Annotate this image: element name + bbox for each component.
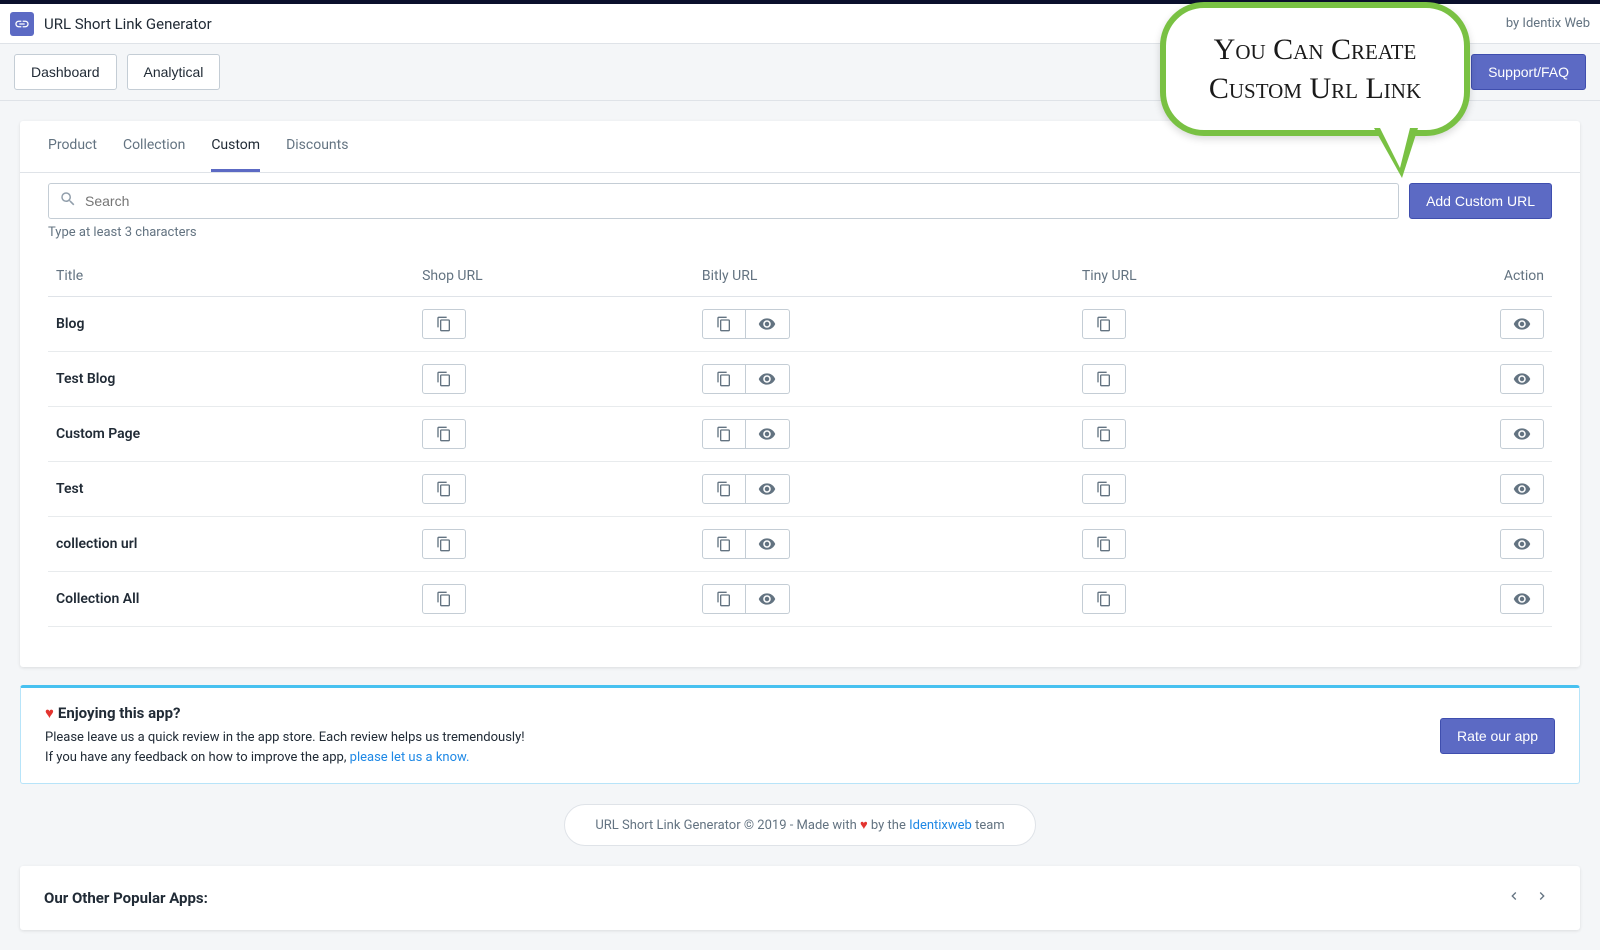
table-row: Test xyxy=(48,462,1552,517)
view-action-button[interactable] xyxy=(1500,309,1544,339)
view-action-button[interactable] xyxy=(1500,584,1544,614)
dashboard-button[interactable]: Dashboard xyxy=(14,54,117,90)
review-banner: ♥Enjoying this app? Please leave us a qu… xyxy=(20,685,1580,784)
main-card: Product Collection Custom Discounts Type at… xyxy=(20,121,1580,667)
copy-bitly-url-button[interactable] xyxy=(702,419,746,449)
rate-app-button[interactable]: Rate our app xyxy=(1440,718,1555,754)
view-bitly-url-button[interactable] xyxy=(746,364,790,394)
copy-bitly-url-button[interactable] xyxy=(702,474,746,504)
table-row: Blog xyxy=(48,297,1552,352)
view-bitly-url-button[interactable] xyxy=(746,474,790,504)
copy-bitly-url-button[interactable] xyxy=(702,364,746,394)
column-header: Title xyxy=(48,256,414,297)
column-header: Action xyxy=(1333,256,1552,297)
row-title: Blog xyxy=(48,297,414,352)
view-action-button[interactable] xyxy=(1500,529,1544,559)
url-table: TitleShop URLBitly URLTiny URLAction Blo… xyxy=(48,256,1552,627)
row-title: Custom Page xyxy=(48,407,414,462)
review-line2: If you have any feedback on how to impro… xyxy=(45,748,1440,768)
other-apps-title: Our Other Popular Apps: xyxy=(44,889,1500,907)
view-bitly-url-button[interactable] xyxy=(746,309,790,339)
row-title: collection url xyxy=(48,517,414,572)
other-apps-card: Our Other Popular Apps: xyxy=(20,866,1580,930)
copy-bitly-url-button[interactable] xyxy=(702,584,746,614)
copy-shop-url-button[interactable] xyxy=(422,309,466,339)
support-faq-button[interactable]: Support/FAQ xyxy=(1471,54,1586,90)
view-bitly-url-button[interactable] xyxy=(746,584,790,614)
top-bar: URL Short Link Generator by Identix Web xyxy=(0,0,1600,44)
view-action-button[interactable] xyxy=(1500,364,1544,394)
nav-bar: Dashboard Analytical Support/FAQ xyxy=(0,44,1600,101)
copy-bitly-url-button[interactable] xyxy=(702,529,746,559)
view-bitly-url-button[interactable] xyxy=(746,419,790,449)
prev-button[interactable] xyxy=(1500,884,1528,912)
search-icon xyxy=(59,190,77,212)
view-action-button[interactable] xyxy=(1500,474,1544,504)
feedback-link[interactable]: please let us a know. xyxy=(350,750,470,765)
search-box xyxy=(48,183,1399,219)
copy-shop-url-button[interactable] xyxy=(422,584,466,614)
copy-tiny-url-button[interactable] xyxy=(1082,419,1126,449)
column-header: Tiny URL xyxy=(1074,256,1333,297)
row-title: Test Blog xyxy=(48,352,414,407)
view-action-button[interactable] xyxy=(1500,419,1544,449)
app-logo xyxy=(10,12,34,36)
view-bitly-url-button[interactable] xyxy=(746,529,790,559)
copy-tiny-url-button[interactable] xyxy=(1082,309,1126,339)
column-header: Bitly URL xyxy=(694,256,1074,297)
table-row: Collection All xyxy=(48,572,1552,627)
copy-shop-url-button[interactable] xyxy=(422,364,466,394)
table-row: collection url xyxy=(48,517,1552,572)
analytical-button[interactable]: Analytical xyxy=(127,54,221,90)
copy-tiny-url-button[interactable] xyxy=(1082,529,1126,559)
review-heading: ♥Enjoying this app? xyxy=(45,704,1440,722)
tab-collection[interactable]: Collection xyxy=(123,121,185,172)
table-row: Test Blog xyxy=(48,352,1552,407)
tab-discounts[interactable]: Discounts xyxy=(286,121,348,172)
byline: by Identix Web xyxy=(1506,16,1590,31)
copy-shop-url-button[interactable] xyxy=(422,474,466,504)
copy-tiny-url-button[interactable] xyxy=(1082,364,1126,394)
footer-credit: URL Short Link Generator © 2019 - Made w… xyxy=(564,804,1035,846)
table-row: Custom Page xyxy=(48,407,1552,462)
chevron-right-icon xyxy=(1534,888,1550,909)
search-hint: Type at least 3 characters xyxy=(48,225,1399,240)
review-line1: Please leave us a quick review in the ap… xyxy=(45,728,1440,748)
heart-icon: ♥ xyxy=(860,818,868,833)
heart-icon: ♥ xyxy=(45,704,54,722)
column-header: Shop URL xyxy=(414,256,694,297)
tab-custom[interactable]: Custom xyxy=(211,121,260,172)
tabs: Product Collection Custom Discounts xyxy=(20,121,1580,173)
copy-shop-url-button[interactable] xyxy=(422,529,466,559)
next-button[interactable] xyxy=(1528,884,1556,912)
copy-tiny-url-button[interactable] xyxy=(1082,474,1126,504)
copy-bitly-url-button[interactable] xyxy=(702,309,746,339)
row-title: Test xyxy=(48,462,414,517)
chevron-left-icon xyxy=(1506,888,1522,909)
copy-tiny-url-button[interactable] xyxy=(1082,584,1126,614)
search-input[interactable] xyxy=(85,193,1388,209)
copy-shop-url-button[interactable] xyxy=(422,419,466,449)
identixweb-link[interactable]: Identixweb xyxy=(909,818,972,833)
row-title: Collection All xyxy=(48,572,414,627)
app-title: URL Short Link Generator xyxy=(44,15,212,33)
add-custom-url-button[interactable]: Add Custom URL xyxy=(1409,183,1552,219)
tab-product[interactable]: Product xyxy=(48,121,97,172)
